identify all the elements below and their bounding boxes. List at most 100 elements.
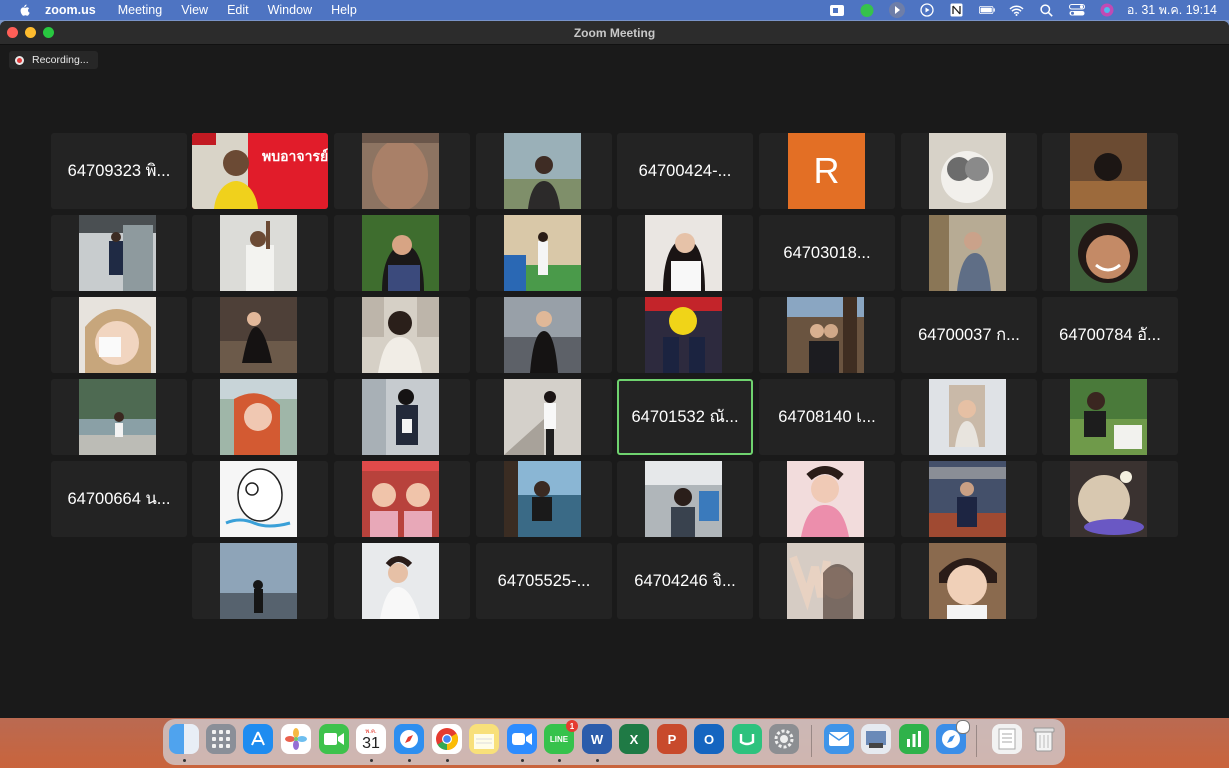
menubar-clock[interactable]: อ. 31 พ.ค. 19:14: [1127, 0, 1217, 20]
microsoft-powerpoint-icon[interactable]: P: [657, 724, 687, 754]
participant-tile[interactable]: [334, 215, 470, 291]
participant-tile[interactable]: [759, 461, 895, 537]
siri-icon[interactable]: [1099, 3, 1115, 17]
participant-video: [220, 543, 297, 619]
documents-stack-icon[interactable]: [992, 724, 1022, 754]
participant-tile[interactable]: 64709323 พิ...: [51, 133, 187, 209]
menu-edit[interactable]: Edit: [227, 3, 249, 17]
participant-tile[interactable]: [476, 379, 612, 455]
participant-tile[interactable]: [192, 461, 328, 537]
participant-tile[interactable]: 64704246 จิ...: [617, 543, 753, 619]
participant-tile[interactable]: [192, 379, 328, 455]
numbers-icon[interactable]: [899, 724, 929, 754]
participant-tile[interactable]: [51, 297, 187, 373]
participant-tile[interactable]: [1042, 215, 1178, 291]
participant-tile[interactable]: พบอาจารย์ที่ปรึกษา: [192, 133, 328, 209]
zoom-icon[interactable]: [507, 724, 537, 754]
chrome-icon[interactable]: [432, 724, 462, 754]
participant-tile[interactable]: 64700664 น...: [51, 461, 187, 537]
participant-tile[interactable]: R: [759, 133, 895, 209]
participant-tile[interactable]: [334, 297, 470, 373]
participant-tile[interactable]: [334, 379, 470, 455]
participant-name: 64709323 พิ...: [67, 162, 171, 180]
system-preferences-icon[interactable]: [769, 724, 799, 754]
participant-tile[interactable]: 64708140 เ...: [759, 379, 895, 455]
calendar-icon[interactable]: พ.ค. 31: [356, 724, 386, 754]
facetime-icon[interactable]: [319, 724, 349, 754]
participant-name: 64700424-...: [638, 161, 732, 180]
menu-app-name[interactable]: zoom.us: [45, 3, 96, 17]
menu-bar: zoom.us Meeting View Edit Window Help อ.…: [0, 0, 1229, 20]
download-badge-icon: [956, 720, 970, 734]
participant-tile[interactable]: [476, 133, 612, 209]
microsoft-outlook-icon[interactable]: O: [694, 724, 724, 754]
participant-tile[interactable]: 64705525-...: [476, 543, 612, 619]
zoom-camera-icon[interactable]: [829, 3, 845, 17]
forward-icon[interactable]: [888, 2, 905, 18]
participant-video: [645, 461, 722, 537]
participant-tile[interactable]: 64700784 อั...: [1042, 297, 1178, 373]
participant-tile[interactable]: [1042, 133, 1178, 209]
microsoft-excel-icon[interactable]: X: [619, 724, 649, 754]
participant-tile[interactable]: [476, 215, 612, 291]
mail-icon[interactable]: [824, 724, 854, 754]
participant-tile[interactable]: [334, 543, 470, 619]
notion-icon[interactable]: [949, 3, 965, 17]
participant-tile[interactable]: [476, 461, 612, 537]
launchpad-icon[interactable]: [206, 724, 236, 754]
recording-indicator[interactable]: Recording...: [9, 51, 98, 69]
participant-tile[interactable]: 64703018...: [759, 215, 895, 291]
participant-tile[interactable]: 64700037 ก...: [901, 297, 1037, 373]
menu-help[interactable]: Help: [331, 3, 357, 17]
participant-tile[interactable]: [901, 379, 1037, 455]
mi-home-icon[interactable]: [732, 724, 762, 754]
participant-tile[interactable]: [334, 461, 470, 537]
participant-tile[interactable]: [759, 543, 895, 619]
menu-window[interactable]: Window: [268, 3, 312, 17]
participant-tile[interactable]: [1042, 461, 1178, 537]
participant-tile[interactable]: [617, 297, 753, 373]
play-icon[interactable]: [919, 3, 935, 17]
participant-tile[interactable]: [192, 297, 328, 373]
app-store-icon[interactable]: [243, 724, 273, 754]
participant-tile[interactable]: [476, 297, 612, 373]
line-icon[interactable]: LINE 1: [544, 720, 578, 754]
line-label: LINE: [549, 734, 569, 744]
participant-tile[interactable]: [51, 215, 187, 291]
participant-tile[interactable]: [759, 297, 895, 373]
participant-tile[interactable]: [192, 543, 328, 619]
safari-downloads-icon[interactable]: [936, 720, 970, 754]
participant-video: [504, 379, 581, 455]
battery-icon[interactable]: [978, 3, 995, 17]
participant-tile[interactable]: [617, 215, 753, 291]
preview-icon[interactable]: [861, 724, 891, 754]
participant-tile[interactable]: [617, 461, 753, 537]
spotlight-search-icon[interactable]: [1039, 3, 1055, 17]
finder-icon[interactable]: [169, 724, 199, 754]
participant-tile[interactable]: [51, 379, 187, 455]
participant-tile[interactable]: [901, 543, 1037, 619]
participant-tile[interactable]: [334, 133, 470, 209]
notes-icon[interactable]: [469, 724, 499, 754]
safari-icon[interactable]: [394, 724, 424, 754]
participant-tile[interactable]: [192, 215, 328, 291]
menu-view[interactable]: View: [181, 3, 208, 17]
participant-tile[interactable]: [901, 215, 1037, 291]
participant-tile[interactable]: [901, 133, 1037, 209]
wifi-icon[interactable]: [1009, 3, 1025, 17]
participant-tile-active-speaker[interactable]: 64701532 ณั...: [617, 379, 753, 455]
apple-icon[interactable]: [17, 3, 31, 17]
participant-name: 64708140 เ...: [778, 408, 876, 426]
participant-tile[interactable]: [1042, 379, 1178, 455]
control-center-icon[interactable]: [1068, 3, 1085, 17]
photos-icon[interactable]: [281, 724, 311, 754]
trash-icon[interactable]: [1029, 724, 1059, 754]
participant-video: [79, 215, 156, 291]
participant-tile[interactable]: [901, 461, 1037, 537]
calendar-day: 31: [362, 735, 380, 752]
participant-tile[interactable]: 64700424-...: [617, 133, 753, 209]
line-tray-icon[interactable]: [859, 3, 875, 17]
participant-video: [787, 297, 864, 373]
menu-meeting[interactable]: Meeting: [118, 3, 162, 17]
microsoft-word-icon[interactable]: W: [582, 724, 612, 754]
